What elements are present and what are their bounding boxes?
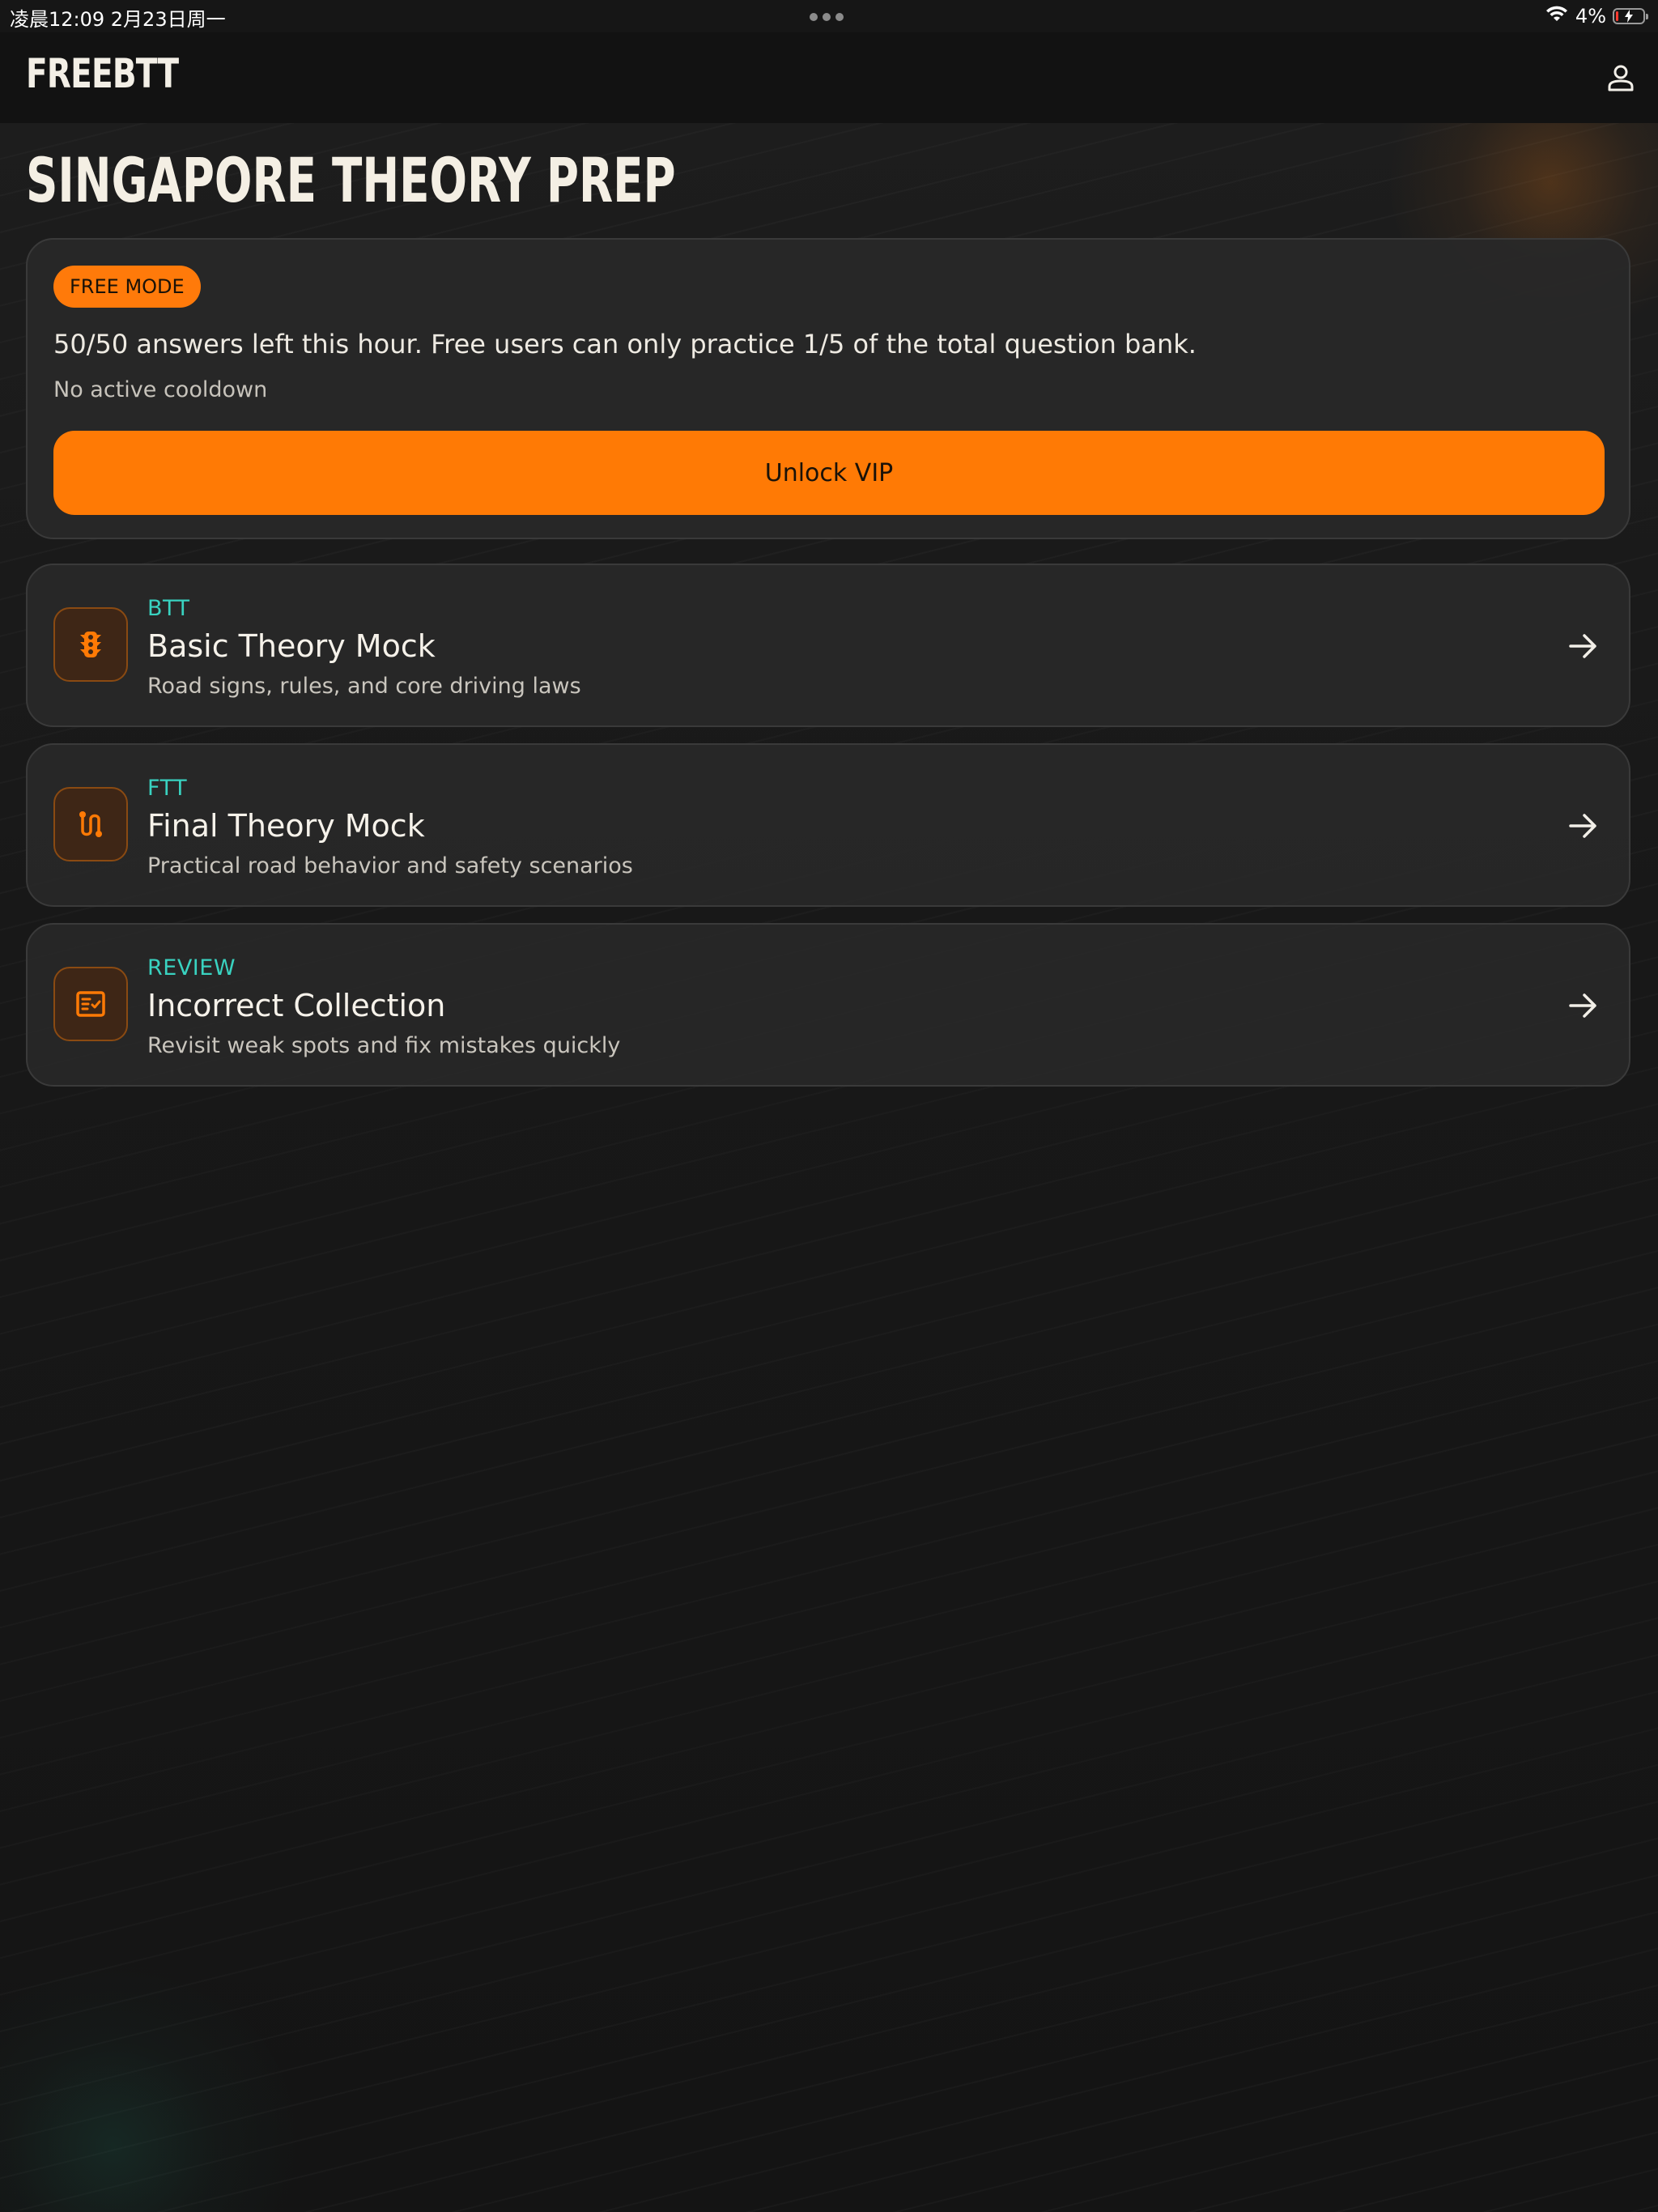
mode-tag: FTT (147, 776, 188, 801)
battery-icon (1613, 8, 1648, 24)
unlock-vip-button[interactable]: Unlock VIP (53, 431, 1605, 515)
mode-tag: REVIEW (147, 955, 236, 981)
wifi-icon (1545, 5, 1569, 28)
user-icon (1608, 65, 1634, 91)
status-time: 凌晨12:09 2月23日周一 (10, 8, 226, 31)
mode-tag: BTT (147, 596, 190, 621)
quota-message: 50/50 answers left this hour. Free users… (53, 329, 1197, 359)
mode-title: Incorrect Collection (147, 988, 446, 1023)
mode-description: Road signs, rules, and core driving laws (147, 674, 581, 699)
checklist-icon (53, 967, 128, 1041)
mode-description: Revisit weak spots and fix mistakes quic… (147, 1033, 621, 1058)
arrow-right-icon[interactable] (1562, 985, 1605, 1027)
traffic-light-icon (53, 607, 128, 682)
status-bar: 凌晨12:09 2月23日周一 4% (0, 0, 1658, 32)
arrow-right-icon[interactable] (1562, 625, 1605, 667)
profile-button[interactable] (1600, 57, 1642, 99)
top-app-bar: FREEBTT (0, 32, 1658, 123)
multitasking-dots-icon[interactable] (810, 9, 848, 21)
free-mode-card: FREE MODE 50/50 answers left this hour. … (26, 238, 1630, 539)
app-brand: FREEBTT (26, 50, 179, 97)
page-title: SINGAPORE THEORY PREP (26, 144, 676, 216)
mode-card-review[interactable]: REVIEW Incorrect Collection Revisit weak… (26, 923, 1630, 1087)
mode-card-ftt[interactable]: FTT Final Theory Mock Practical road beh… (26, 743, 1630, 907)
status-indicators: 4% (1545, 3, 1648, 29)
mode-card-btt[interactable]: BTT Basic Theory Mock Road signs, rules,… (26, 564, 1630, 727)
cooldown-status: No active cooldown (53, 377, 268, 402)
mode-title: Final Theory Mock (147, 808, 425, 844)
free-mode-badge: FREE MODE (53, 266, 201, 308)
route-icon (53, 787, 128, 861)
battery-percent: 4% (1575, 5, 1606, 28)
mode-description: Practical road behavior and safety scena… (147, 853, 633, 878)
mode-title: Basic Theory Mock (147, 628, 436, 664)
arrow-right-icon[interactable] (1562, 805, 1605, 847)
